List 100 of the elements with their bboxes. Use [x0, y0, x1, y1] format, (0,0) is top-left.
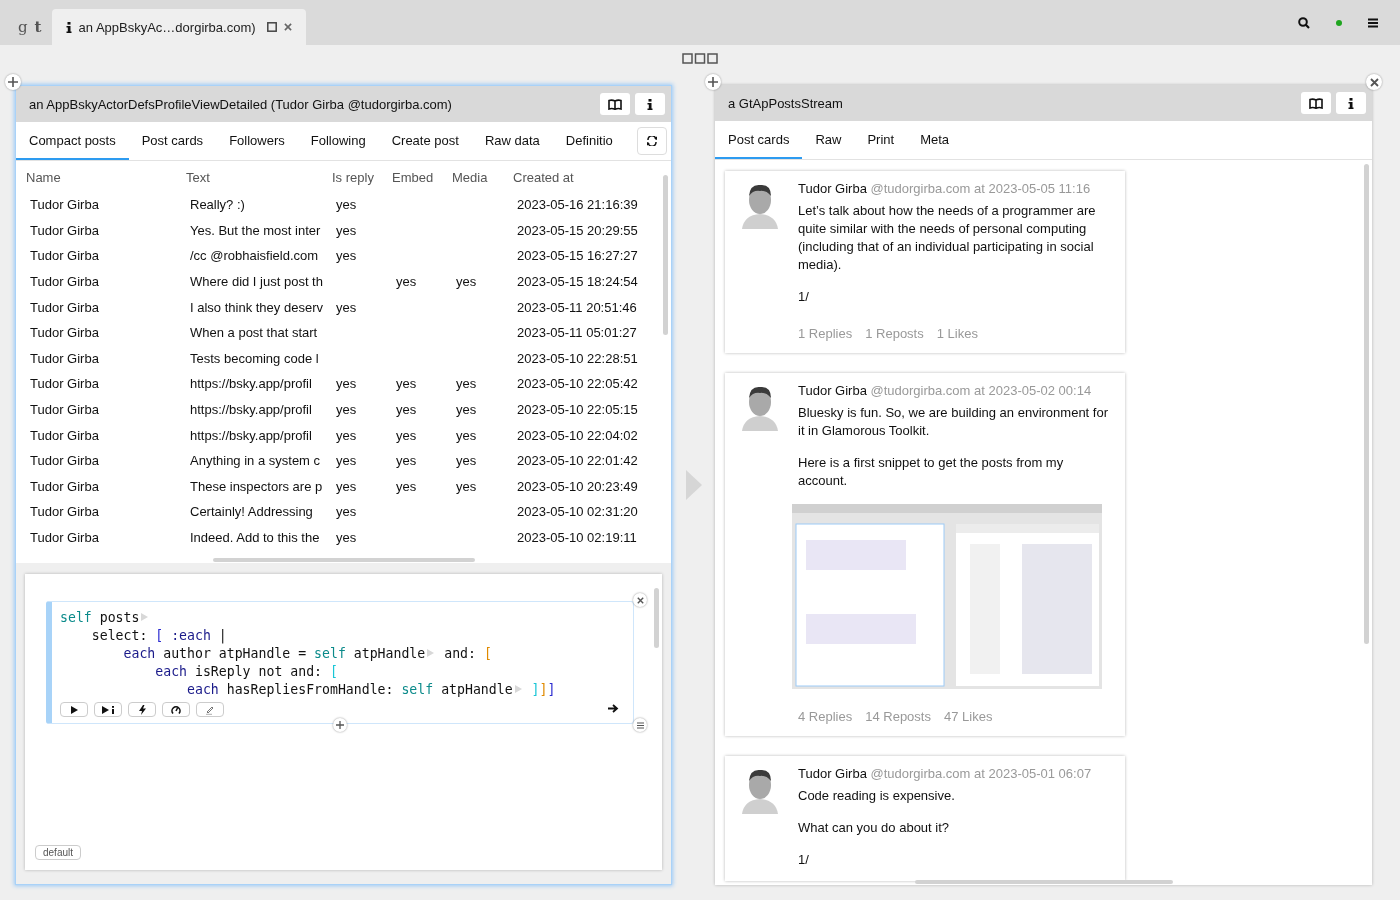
maximize-icon[interactable]: [266, 22, 277, 32]
close-icon[interactable]: [283, 23, 292, 31]
lightning-icon: [138, 704, 146, 715]
scrollbar[interactable]: [1364, 164, 1369, 644]
table-cell: Tudor Girba: [30, 248, 99, 264]
table-cell: yes: [336, 248, 357, 264]
table-cell: 2023-05-10 02:31:20: [517, 504, 638, 520]
debug-button[interactable]: [128, 702, 156, 717]
table-cell: yes: [456, 274, 477, 290]
info-icon: [1348, 97, 1354, 109]
run-inspect-button[interactable]: [94, 702, 122, 717]
code-text: each isReply not and: [: [154, 663, 338, 679]
view-tab[interactable]: Raw: [802, 121, 855, 159]
view-tab[interactable]: Followers: [216, 122, 298, 160]
view-tab[interactable]: Meta: [907, 121, 963, 159]
info-button[interactable]: [1336, 92, 1366, 114]
code-editor[interactable]: self posts select: [ :each | each author atpHandle = self atpHandle and: [ each isReply not and: [ each hasRepliesFromHandle: self atpHandle ]]]: [46, 601, 634, 724]
table-cell: yes: [336, 222, 357, 238]
view-tab[interactable]: Raw data: [471, 122, 553, 160]
info-icon: [65, 21, 72, 33]
code-text: select: [ :each |: [90, 627, 227, 643]
table-cell: Tudor Girba: [30, 325, 99, 341]
view-tab[interactable]: Create post: [378, 122, 472, 160]
plus-icon: [8, 77, 18, 87]
close-button[interactable]: [1366, 74, 1382, 90]
table-cell: Tudor Girba: [30, 222, 99, 238]
info-button[interactable]: [635, 93, 665, 115]
column-header[interactable]: Text: [186, 165, 332, 189]
table-cell: Tudor Girba: [30, 530, 99, 545]
add-button[interactable]: [333, 718, 347, 732]
code-text: each author atpHandle = self atpHandle: [122, 645, 426, 661]
table-cell: yes: [396, 402, 417, 418]
info-icon: [647, 98, 653, 110]
table-cell: Tudor Girba: [30, 274, 99, 290]
table-cell: 2023-05-15 20:29:55: [517, 222, 638, 238]
table-cell: yes: [336, 376, 357, 392]
book-button[interactable]: [1301, 92, 1331, 114]
window-tab-frame[interactable]: an AppBskyAc…dorgirba.com): [51, 9, 306, 45]
column-header[interactable]: Name: [26, 165, 186, 189]
table-cell: Tudor Girba: [30, 427, 99, 443]
book-icon: [608, 98, 622, 110]
add-button[interactable]: [5, 74, 21, 90]
search-icon[interactable]: [1298, 16, 1310, 29]
post-text: 1/: [798, 851, 810, 869]
close-icon: [636, 596, 644, 604]
table-cell: 2023-05-15 16:27:27: [517, 248, 638, 264]
post-header: Tudor Girba @tudorgirba.com at 2023-05-02 00:14: [798, 383, 1093, 398]
table-cell: 2023-05-11 05:01:27: [517, 325, 637, 341]
column-header[interactable]: Media: [452, 165, 513, 189]
run-button[interactable]: [60, 702, 88, 717]
table-cell: yes: [456, 376, 477, 392]
table-cell: 2023-05-16 21:16:39: [517, 197, 638, 213]
table-cell: https://bsky.app/profil: [190, 402, 312, 418]
column-header[interactable]: Is reply: [332, 165, 392, 189]
view-tab[interactable]: Following: [297, 122, 379, 160]
menu-button[interactable]: [633, 718, 647, 732]
pane-switcher-icon[interactable]: [682, 53, 718, 64]
table-cell: 2023-05-11 20:51:46: [517, 299, 637, 315]
table-cell: Tudor Girba: [30, 350, 99, 366]
post-text: 1/: [798, 288, 810, 306]
table-cell: Yes. But the most inter: [190, 222, 321, 238]
table-cell: Tests becoming code l: [190, 350, 319, 366]
profile-button[interactable]: [162, 702, 190, 717]
table-cell: yes: [336, 197, 357, 213]
table-cell: Certainly! Addressing: [190, 504, 313, 520]
table-cell: yes: [396, 427, 417, 443]
play-inspect-icon: [101, 705, 115, 714]
close-button[interactable]: [633, 593, 647, 607]
menu-icon: [636, 721, 644, 729]
view-tab[interactable]: Print: [854, 121, 908, 159]
refresh-button[interactable]: [637, 127, 667, 155]
menu-icon[interactable]: [1368, 17, 1378, 28]
table-cell: yes: [456, 402, 477, 418]
pane-title: an AppBskyActorDefsProfileViewDetailed (Tudor Girba @tudorgirba.com): [29, 96, 453, 112]
table-cell: Really? :): [190, 197, 245, 213]
book-button[interactable]: [600, 93, 630, 115]
table-cell: yes: [396, 478, 417, 494]
table-cell: yes: [336, 453, 357, 469]
table-cell: yes: [336, 299, 357, 315]
add-button[interactable]: [705, 74, 721, 90]
edit-button[interactable]: [196, 702, 224, 717]
column-header[interactable]: Embed: [392, 165, 452, 189]
table-cell: yes: [396, 274, 417, 290]
view-tab[interactable]: Post cards: [128, 122, 217, 160]
table-cell: yes: [336, 478, 357, 494]
table-cell: yes: [456, 453, 477, 469]
table-cell: Tudor Girba: [30, 402, 99, 418]
scrollbar[interactable]: [915, 880, 1173, 884]
arrow-icon[interactable]: [608, 704, 619, 713]
table-cell: yes: [456, 427, 477, 443]
column-header[interactable]: Created at: [513, 165, 663, 189]
scrollbar[interactable]: [654, 588, 659, 648]
view-tab[interactable]: Definitio: [552, 122, 613, 160]
tag[interactable]: default: [35, 845, 82, 860]
table-cell: yes: [336, 530, 357, 545]
pencil-icon: [205, 704, 215, 715]
table-cell: 2023-05-10 22:05:42: [517, 376, 638, 392]
play-icon: [70, 705, 78, 714]
scrollbar[interactable]: [663, 175, 668, 335]
table-cell: yes: [396, 376, 417, 392]
